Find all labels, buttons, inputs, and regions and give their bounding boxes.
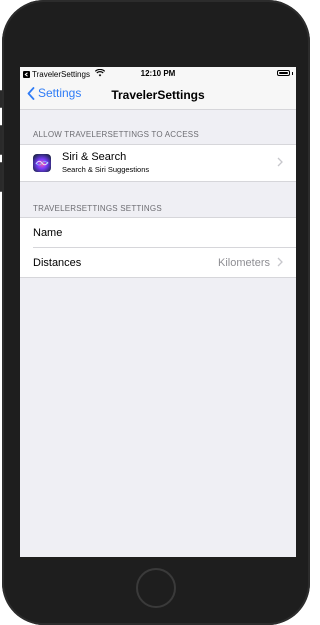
- name-row[interactable]: Name: [33, 218, 296, 248]
- page-title: TravelerSettings: [111, 88, 205, 102]
- name-label: Name: [33, 226, 63, 239]
- access-group: Siri & Search Search & Siri Suggestions: [20, 144, 296, 182]
- battery-tip: [291, 72, 293, 75]
- screen: TravelerSettings 12:10 PM Settings Trave…: [20, 67, 296, 557]
- section-header-settings: TRAVELERSETTINGS SETTINGS: [33, 204, 162, 213]
- home-button[interactable]: [136, 568, 176, 608]
- volume-up-button: [0, 125, 2, 155]
- chevron-right-icon: [277, 154, 283, 172]
- distances-label: Distances: [33, 256, 82, 269]
- battery-icon: [277, 70, 290, 76]
- volume-down-button: [0, 162, 2, 192]
- status-bar: TravelerSettings 12:10 PM: [20, 67, 296, 81]
- chevron-right-icon: [277, 254, 283, 272]
- navigation-bar: Settings TravelerSettings: [20, 81, 296, 110]
- mute-switch: [0, 90, 2, 108]
- siri-icon: [33, 154, 51, 172]
- status-time: 12:10 PM: [140, 69, 176, 78]
- distances-row[interactable]: Distances Kilometers: [20, 248, 296, 277]
- section-header-access: ALLOW TRAVELERSETTINGS TO ACCESS: [33, 130, 199, 139]
- distances-value: Kilometers: [218, 256, 270, 269]
- settings-group: Name Distances Kilometers: [20, 217, 296, 278]
- siri-search-row[interactable]: Siri & Search Search & Siri Suggestions: [20, 145, 296, 181]
- siri-search-subtitle: Search & Siri Suggestions: [62, 165, 150, 174]
- siri-search-title: Siri & Search: [62, 151, 127, 163]
